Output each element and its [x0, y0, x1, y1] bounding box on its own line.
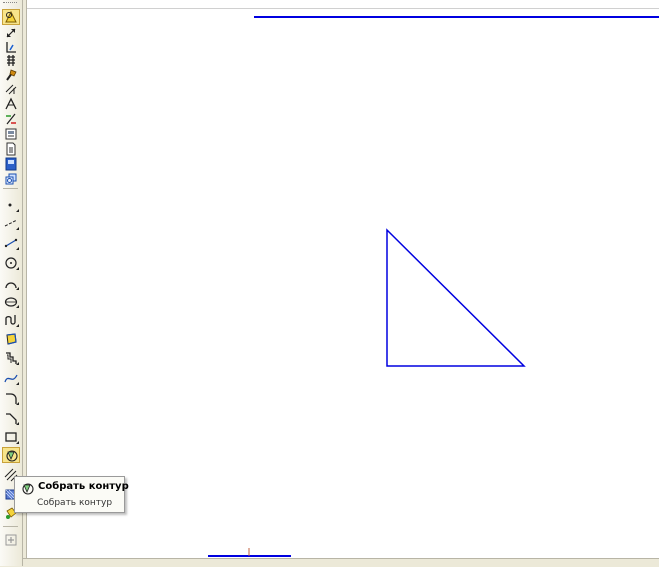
bezier-curve-icon[interactable] — [2, 370, 20, 386]
triangle-shape[interactable] — [386, 228, 526, 367]
toolbar-separator — [3, 526, 18, 527]
continuous-input-icon[interactable] — [2, 312, 20, 328]
measurements-icon[interactable] — [2, 81, 20, 97]
fillet-tool-icon[interactable] — [2, 390, 20, 406]
point-tool-icon[interactable] — [2, 197, 20, 213]
toolbar-grip[interactable] — [3, 2, 17, 6]
geometry-panel-icon[interactable] — [2, 9, 20, 25]
tooltip: Собрать контур Собрать контур — [14, 476, 129, 513]
report-icon[interactable] — [2, 141, 20, 157]
auxiliary-line-icon[interactable] — [2, 215, 20, 231]
tooltip-description: Собрать контур — [37, 498, 113, 508]
curve-tool-icon[interactable] — [2, 350, 20, 366]
rectangle-tool-icon[interactable] — [2, 429, 20, 445]
drawing-sheet[interactable] — [27, 0, 659, 558]
arc-tool-icon[interactable] — [2, 275, 20, 291]
associative-views-icon[interactable] — [2, 111, 20, 127]
selection-icon[interactable] — [2, 96, 20, 112]
segment-tool-icon[interactable] — [2, 235, 20, 251]
insert-fragment-icon[interactable] — [2, 156, 20, 172]
toolbar-separator — [3, 188, 18, 189]
collect-contour-icon — [22, 483, 34, 495]
chamfer-tool-icon[interactable] — [2, 410, 20, 426]
add-object-icon[interactable] — [2, 532, 20, 548]
spc-objects-icon[interactable] — [2, 171, 20, 187]
circle-tool-icon[interactable] — [2, 255, 20, 271]
tooltip-title: Собрать контур — [38, 481, 129, 492]
collect-contour-icon[interactable] — [2, 447, 20, 463]
specification-icon[interactable] — [2, 126, 20, 142]
drawing-canvas[interactable] — [27, 0, 659, 558]
ellipse-tool-icon[interactable] — [2, 293, 20, 309]
polyline-tool-icon[interactable] — [2, 331, 20, 347]
